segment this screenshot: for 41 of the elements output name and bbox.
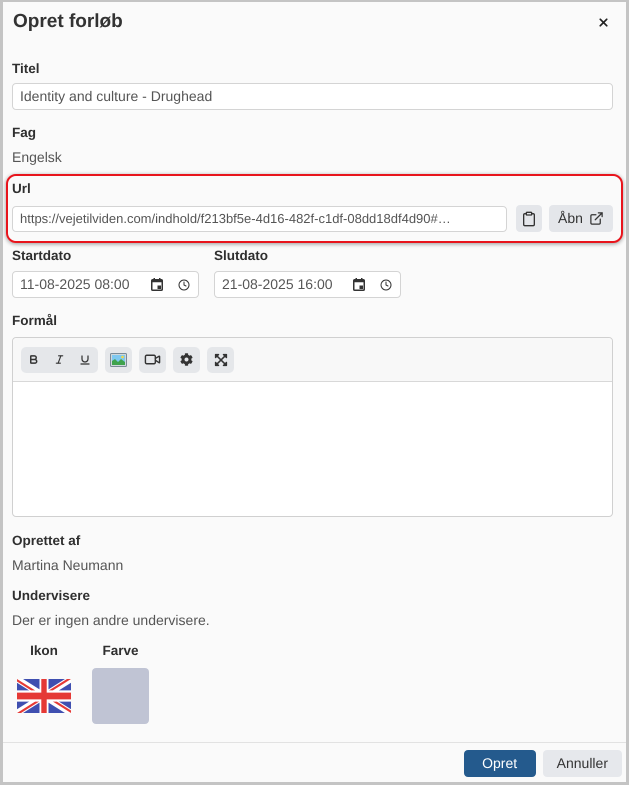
dialog-title: Opret forløb: [13, 10, 123, 34]
create-button[interactable]: Opret: [464, 750, 536, 777]
expand-icon: [214, 352, 228, 366]
bold-icon: [28, 354, 39, 365]
field-label: Formål: [12, 312, 58, 330]
clock-icon[interactable]: [178, 278, 190, 290]
copy-button[interactable]: [516, 205, 542, 232]
italic-icon: [54, 354, 64, 365]
cancel-button[interactable]: Annuller: [542, 750, 622, 777]
clock-icon[interactable]: [380, 278, 392, 290]
fullscreen-button[interactable]: [207, 346, 234, 372]
insert-image-button[interactable]: [105, 346, 132, 372]
settings-icon: [180, 353, 193, 366]
date-input[interactable]: 11-08-2025 08:00: [12, 271, 199, 298]
field-value: Martina Neumann: [12, 556, 124, 574]
field-label: Titel: [12, 60, 41, 78]
field-value: Engelsk: [12, 148, 63, 166]
insert-video-button[interactable]: [139, 346, 166, 372]
external-link-icon: [588, 211, 604, 226]
url-input[interactable]: https://vejetilviden.com/indhold/f213bf5e-4d16-482f-c1df-08dd18df4d90#…: [12, 206, 507, 232]
field-label: Slutdato: [214, 247, 269, 265]
color-swatch[interactable]: [92, 668, 149, 724]
field-label: Farve: [102, 642, 139, 660]
field-label: Fag: [12, 124, 38, 142]
field-label: Ikon: [30, 642, 58, 660]
field-label: Startdato: [12, 247, 72, 265]
close-icon: [596, 16, 610, 28]
clipboard-icon: [521, 210, 537, 226]
calendar-icon[interactable]: [151, 278, 163, 291]
field-value: Der er ingen andre undervisere.: [12, 611, 211, 629]
title-input[interactable]: Identity and culture - Drughead: [12, 83, 613, 110]
calendar-icon[interactable]: [353, 278, 365, 291]
underline-icon: [79, 354, 91, 366]
flag-icon[interactable]: [17, 679, 71, 713]
open-button[interactable]: Åbn: [549, 205, 613, 232]
field-label: Undervisere: [12, 587, 92, 605]
field-label: Url: [12, 180, 32, 198]
image-icon: [110, 352, 127, 366]
date-input[interactable]: 21-08-2025 16:00: [214, 271, 401, 298]
field-label: Oprettet af: [12, 532, 82, 550]
settings-button[interactable]: [173, 346, 200, 372]
